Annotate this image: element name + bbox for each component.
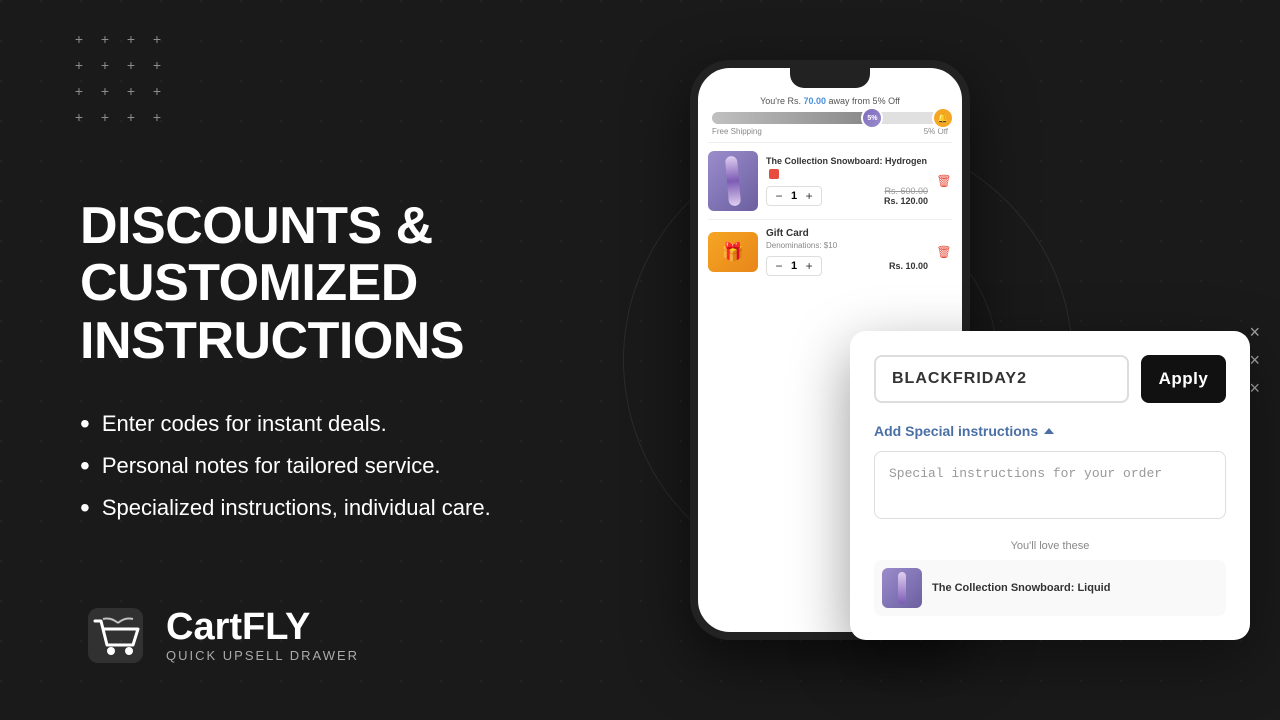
- x-mark-2: ×: [1249, 351, 1260, 369]
- bullet-text: Specialized instructions, individual car…: [102, 495, 491, 521]
- x-marks-decoration: × × ×: [1249, 323, 1260, 397]
- progress-section: You're Rs. 70.00 away from 5% Off 5% 🔔 F…: [708, 88, 952, 142]
- upsell-snowboard-shape: [898, 572, 906, 604]
- special-instructions-input[interactable]: Special instructions for your order: [874, 451, 1226, 519]
- progress-labels-row: Free Shipping 5% Off: [708, 127, 952, 136]
- gift-card-image: 🎁: [708, 232, 758, 272]
- gift-icon: 🎁: [722, 242, 744, 263]
- cart-item-snowboard: The Collection Snowboard: Hydrogen − 1 +…: [708, 142, 952, 219]
- bullet-text: Enter codes for instant deals.: [102, 411, 387, 437]
- plus-icon: +: [70, 108, 88, 126]
- apply-button[interactable]: Apply: [1141, 355, 1226, 403]
- right-panel: You're Rs. 70.00 away from 5% Off 5% 🔔 F…: [560, 0, 1280, 720]
- chevron-up-icon: [1044, 428, 1054, 434]
- upsell-item-name: The Collection Snowboard: Liquid: [932, 582, 1110, 594]
- special-instructions-label-text: Add Special instructions: [874, 423, 1038, 439]
- plus-icon: +: [70, 56, 88, 74]
- list-item: Enter codes for instant deals.: [80, 410, 500, 438]
- plus-icon: +: [148, 56, 166, 74]
- floating-card: Apply Add Special instructions Special i…: [850, 331, 1250, 640]
- plus-icon: +: [96, 30, 114, 48]
- logo-tagline: QUICK UPSELL DRAWER: [166, 648, 359, 663]
- coupon-input[interactable]: [874, 355, 1129, 403]
- logo-brand-name: CartFLY: [166, 608, 359, 646]
- upsell-section: You'll love these The Collection Snowboa…: [874, 540, 1226, 616]
- x-mark-1: ×: [1249, 323, 1260, 341]
- plus-icon: +: [122, 82, 140, 100]
- phone-screen-content: You're Rs. 70.00 away from 5% Off 5% 🔔 F…: [698, 88, 962, 284]
- plus-icon: +: [148, 82, 166, 100]
- gift-qty-row: − 1 + Rs. 10.00: [766, 256, 928, 276]
- gift-qty-value: 1: [791, 260, 797, 272]
- gift-qty-increase[interactable]: +: [803, 259, 815, 273]
- qty-controls[interactable]: − 1 +: [766, 186, 822, 206]
- gift-price: Rs. 10.00: [889, 261, 928, 271]
- plus-icon: +: [122, 56, 140, 74]
- gift-price-value: Rs. 10.00: [889, 261, 928, 271]
- phone-notch: [790, 68, 870, 88]
- upsell-label: You'll love these: [874, 540, 1226, 552]
- plus-icon: +: [96, 56, 114, 74]
- gift-delete-button[interactable]: 🗑: [936, 244, 952, 260]
- logo-area: CartFLY QUICK UPSELL DRAWER: [80, 600, 359, 670]
- gift-qty-decrease[interactable]: −: [773, 259, 785, 273]
- plus-icon: +: [96, 82, 114, 100]
- left-panel: + + + + + + + + + + + + + + + + DISCOUNT…: [0, 0, 560, 720]
- list-item: Personal notes for tailored service.: [80, 452, 500, 480]
- cart-item-name: The Collection Snowboard: Hydrogen: [766, 156, 928, 179]
- page-title: DISCOUNTS & CUSTOMIZED INSTRUCTIONS: [80, 198, 500, 370]
- gift-qty-controls[interactable]: − 1 +: [766, 256, 822, 276]
- qty-decrease-btn[interactable]: −: [773, 189, 785, 203]
- progress-end-icon: 🔔: [932, 107, 954, 129]
- progress-thumb: 5%: [861, 107, 883, 129]
- plus-icon: +: [148, 108, 166, 126]
- tag-icon: [769, 169, 779, 179]
- sale-price: Rs. 120.00: [884, 196, 928, 206]
- plus-grid-decoration: + + + + + + + + + + + + + + + +: [70, 30, 166, 126]
- x-mark-3: ×: [1249, 379, 1260, 397]
- plus-icon: +: [148, 30, 166, 48]
- gift-card-name: Gift Card: [766, 228, 928, 239]
- plus-icon: +: [70, 82, 88, 100]
- progress-amount: 70.00: [804, 96, 827, 106]
- cartfly-logo-svg: [83, 603, 148, 668]
- delete-button[interactable]: 🗑: [936, 173, 952, 189]
- bullet-text: Personal notes for tailored service.: [102, 453, 441, 479]
- plus-icon: +: [96, 108, 114, 126]
- list-item: Specialized instructions, individual car…: [80, 494, 500, 522]
- cart-item-info: The Collection Snowboard: Hydrogen − 1 +…: [766, 156, 928, 205]
- price-info: Rs. 600.00 Rs. 120.00: [884, 186, 928, 206]
- qty-value: 1: [791, 190, 797, 202]
- plus-icon: +: [122, 108, 140, 126]
- progress-bar-fill: [712, 112, 872, 124]
- free-shipping-label: Free Shipping: [712, 127, 762, 136]
- snowboard-image: [708, 151, 758, 211]
- progress-label: You're Rs. 70.00 away from 5% Off: [708, 96, 952, 106]
- page-container: + + + + + + + + + + + + + + + + DISCOUNT…: [0, 0, 1280, 720]
- progress-bar: 5% 🔔: [712, 112, 948, 124]
- snowboard-shape: [725, 156, 741, 207]
- gift-denomination: Denominations: $10: [766, 241, 928, 250]
- upsell-item-image: [882, 568, 922, 608]
- feature-list: Enter codes for instant deals. Personal …: [80, 410, 500, 522]
- qty-row: − 1 + Rs. 600.00 Rs. 120.00: [766, 186, 928, 206]
- coupon-row: Apply: [874, 355, 1226, 403]
- upsell-item[interactable]: The Collection Snowboard: Liquid: [874, 560, 1226, 616]
- special-instructions-toggle[interactable]: Add Special instructions: [874, 423, 1226, 439]
- logo-text: CartFLY QUICK UPSELL DRAWER: [166, 608, 359, 663]
- apply-label: Apply: [1159, 369, 1209, 388]
- cart-item-gift-card: 🎁 Gift Card Denominations: $10 − 1 +: [708, 219, 952, 284]
- qty-increase-btn[interactable]: +: [803, 189, 815, 203]
- gift-info: Gift Card Denominations: $10 − 1 + Rs. 1…: [766, 228, 928, 276]
- logo-icon: [80, 600, 150, 670]
- plus-icon: +: [70, 30, 88, 48]
- plus-icon: +: [122, 30, 140, 48]
- original-price: Rs. 600.00: [884, 186, 928, 196]
